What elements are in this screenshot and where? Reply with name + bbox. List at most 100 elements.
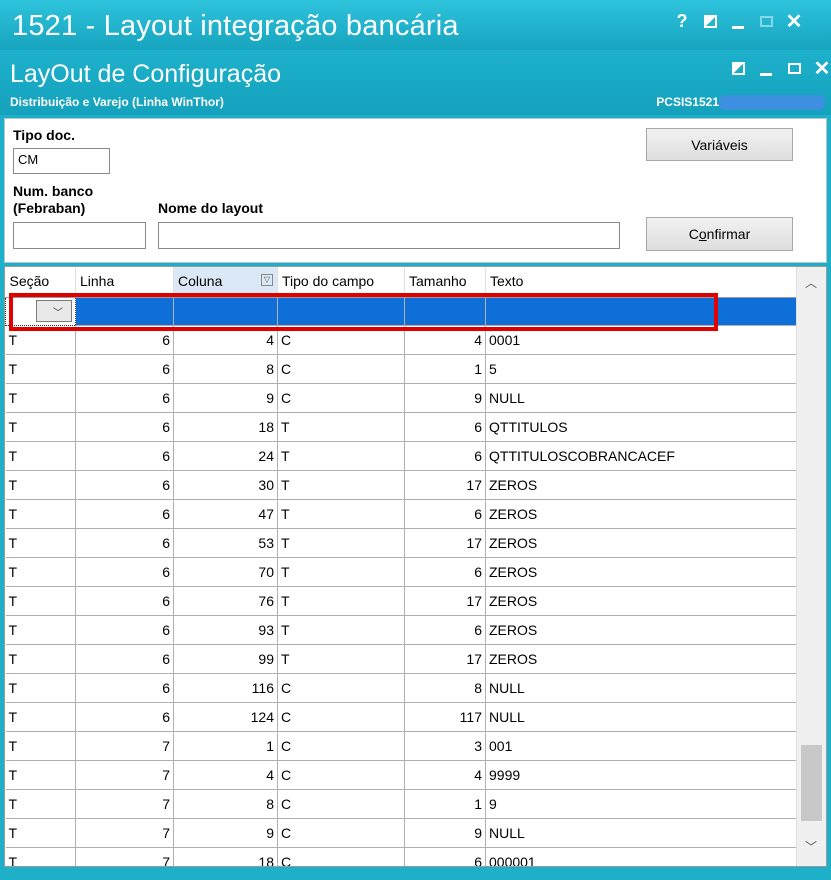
table-cell[interactable]: 9 [404,818,486,848]
table-cell[interactable]: 30 [173,470,278,500]
table-row[interactable]: T 7 1 C 3 001 [5,731,798,761]
scroll-up-icon[interactable]: ︿ [805,274,817,291]
table-cell[interactable]: C [277,673,405,703]
edit-cell[interactable] [485,297,798,326]
table-row[interactable]: T 7 18 C 6 000001 [5,847,798,866]
table-cell[interactable]: 6 [75,586,174,616]
table-cell[interactable]: 6 [75,383,174,413]
table-row[interactable]: T 6 24 T 6 QTTITULOSCOBRANCACEF [5,441,798,471]
table-row[interactable]: T78C19 [5,789,798,819]
table-cell[interactable]: 17 [404,470,486,500]
table-cell[interactable]: 8 [173,354,278,384]
table-row[interactable]: T 6 4 C 4 0001 [5,325,798,355]
table-cell[interactable]: ZEROS [485,557,798,587]
confirmar-button[interactable]: Co nfirmar [646,217,793,251]
table-cell[interactable]: 4 [404,325,486,355]
table-cell[interactable]: 1 [404,354,486,384]
num-banco-input[interactable] [13,222,146,249]
table-cell[interactable]: 116 [173,673,278,703]
table-cell[interactable]: 5 [485,354,798,384]
scroll-down-icon[interactable]: ﹀ [805,838,817,855]
col-header-tamanho[interactable]: Tamanho [404,267,486,298]
subwindow-maximize-button[interactable] [780,53,808,83]
variaveis-button[interactable]: Variáveis [646,128,793,161]
table-cell[interactable]: T [5,760,76,790]
table-cell[interactable]: T [277,528,405,558]
table-cell[interactable]: 6 [404,847,486,866]
table-cell[interactable]: T [5,644,76,674]
table-cell[interactable]: T [277,644,405,674]
table-cell[interactable]: T [5,470,76,500]
subwindow-close-button[interactable]: ✕ [808,53,831,83]
edit-cell[interactable] [277,297,405,326]
table-cell[interactable]: 9 [173,383,278,413]
table-cell[interactable]: T [277,615,405,645]
table-row[interactable]: T 6 53 T 17 ZEROS [5,528,798,558]
table-cell[interactable]: T [5,325,76,355]
table-cell[interactable]: ZEROS [485,470,798,500]
table-cell[interactable]: 18 [173,412,278,442]
subwindow-minimize-button[interactable] [752,53,780,83]
table-cell[interactable]: 1 [173,731,278,761]
table-cell[interactable]: C [277,789,405,819]
table-cell[interactable]: T [5,847,76,866]
table-row[interactable]: T 6 124 C 117 NULL [5,702,798,732]
table-row[interactable]: T 7 9 C 9 NULL [5,818,798,848]
table-cell[interactable]: 6 [75,702,174,732]
table-cell[interactable]: 9999 [485,760,798,790]
table-cell[interactable]: T [5,383,76,413]
table-cell[interactable]: 6 [404,441,486,471]
table-cell[interactable]: 53 [173,528,278,558]
table-cell[interactable]: T [5,731,76,761]
table-row[interactable]: T 6 116 C 8 NULL [5,673,798,703]
table-cell[interactable]: 9 [173,818,278,848]
table-cell[interactable]: T [277,441,405,471]
table-cell[interactable]: 6 [75,499,174,529]
resize-button[interactable] [696,6,724,36]
table-cell[interactable]: T [5,818,76,848]
table-cell[interactable]: T [5,557,76,587]
maximize-button[interactable] [752,6,780,36]
help-button[interactable]: ? [668,6,696,36]
table-cell[interactable]: NULL [485,383,798,413]
table-row[interactable]: T 6 9 C 9 NULL [5,383,798,413]
table-cell[interactable]: 6 [404,412,486,442]
table-cell[interactable]: QTTITULOS [485,412,798,442]
table-cell[interactable]: T [277,470,405,500]
nome-layout-input[interactable] [158,222,620,249]
table-cell[interactable]: T [277,586,405,616]
table-cell[interactable]: 76 [173,586,278,616]
table-cell[interactable]: ZEROS [485,615,798,645]
table-cell[interactable]: 8 [404,673,486,703]
table-cell[interactable]: 6 [75,615,174,645]
table-cell[interactable]: 6 [75,673,174,703]
minimize-button[interactable] [724,6,752,36]
table-cell[interactable]: NULL [485,673,798,703]
table-cell[interactable]: 9 [404,383,486,413]
edit-cell[interactable] [75,297,174,326]
table-cell[interactable]: C [277,702,405,732]
table-cell[interactable]: 6 [75,528,174,558]
table-cell[interactable]: NULL [485,818,798,848]
table-cell[interactable]: T [5,789,76,819]
filter-icon[interactable]: ▽ [261,274,273,286]
col-header-secao[interactable]: Seção [5,267,76,298]
table-cell[interactable]: 4 [173,760,278,790]
table-row[interactable]: T 6 76 T 17 ZEROS [5,586,798,616]
table-cell[interactable]: T [5,412,76,442]
table-cell[interactable]: 18 [173,847,278,866]
tipo-doc-input[interactable]: CM [13,148,110,174]
edit-cell[interactable] [173,297,278,326]
table-cell[interactable]: T [5,702,76,732]
table-cell[interactable]: C [277,760,405,790]
col-header-tipo[interactable]: Tipo do campo [277,267,405,298]
table-cell[interactable]: C [277,731,405,761]
scroll-thumb[interactable] [801,745,822,821]
table-row[interactable]: T 6 30 T 17 ZEROS [5,470,798,500]
table-cell[interactable]: C [277,325,405,355]
table-cell[interactable]: T [5,499,76,529]
table-cell[interactable]: T [5,673,76,703]
table-cell[interactable]: 0001 [485,325,798,355]
table-cell[interactable]: C [277,818,405,848]
table-cell[interactable]: C [277,847,405,866]
